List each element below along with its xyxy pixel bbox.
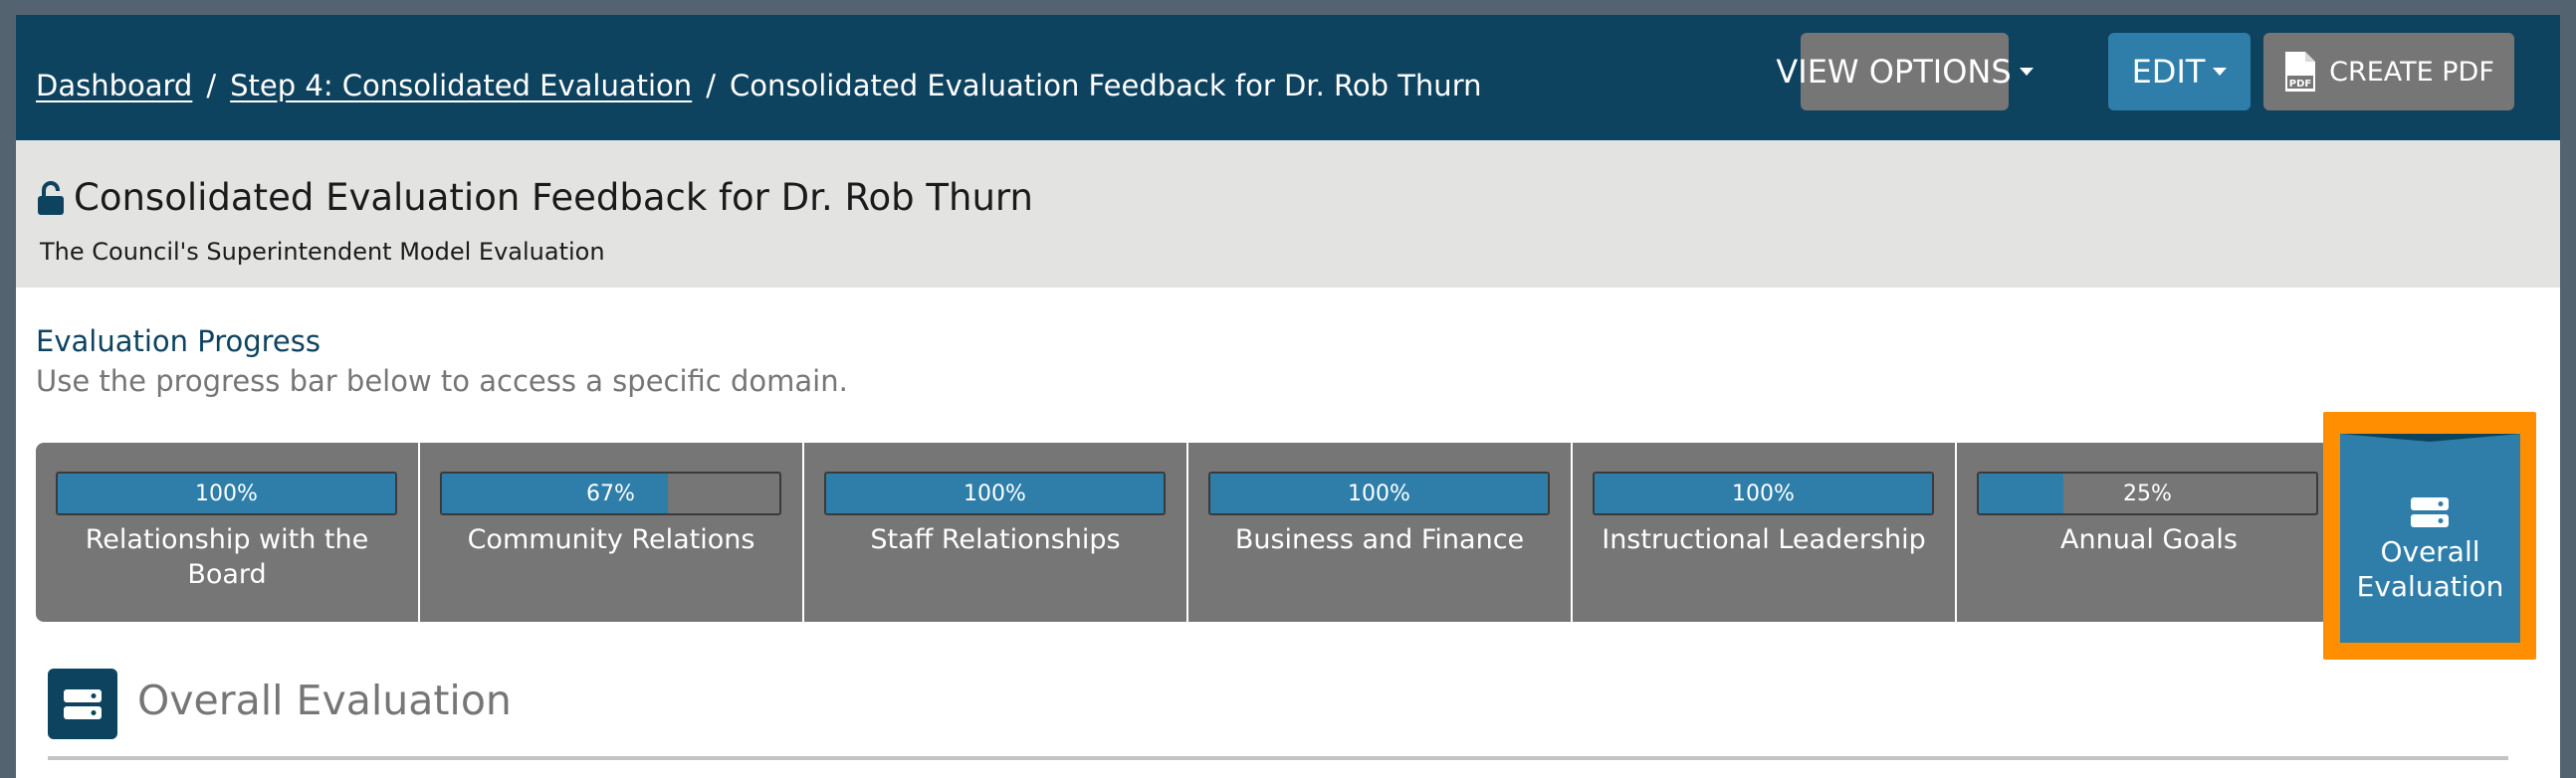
progress-percent: 100% (1348, 481, 1410, 506)
app-frame: Dashboard / Step 4: Consolidated Evaluat… (16, 15, 2560, 778)
breadcrumb-dashboard-link[interactable]: Dashboard (36, 69, 192, 102)
domain-progress-meter: 100% (56, 472, 397, 515)
overall-evaluation-tab[interactable]: Overall Evaluation (2340, 434, 2520, 643)
domain-tab-annual-goals[interactable]: 25% Annual Goals (1957, 443, 2341, 622)
domain-label: Staff Relationships (870, 524, 1121, 555)
overall-evaluation-tab-label: Overall Evaluation (2356, 535, 2504, 603)
edit-button[interactable]: EDIT (2108, 33, 2251, 110)
domain-label: Business and Finance (1234, 524, 1525, 555)
create-pdf-button[interactable]: PDF CREATE PDF (2263, 33, 2514, 110)
domain-tab-community-relations[interactable]: 67% Community Relations (420, 443, 804, 622)
domain-label: Relationship with the Board (85, 524, 369, 590)
breadcrumb-step4-link[interactable]: Step 4: Consolidated Evaluation (230, 69, 692, 102)
page-subtitle: The Council's Superintendent Model Evalu… (40, 238, 605, 266)
unlock-icon (36, 180, 66, 216)
top-bar: Dashboard / Step 4: Consolidated Evaluat… (16, 15, 2560, 140)
domain-tab-business-and-finance[interactable]: 100% Business and Finance (1188, 443, 1573, 622)
domain-tab-instructional-leadership[interactable]: 100% Instructional Leadership (1573, 443, 1957, 622)
domain-label: Community Relations (467, 524, 755, 555)
page-title-text: Consolidated Evaluation Feedback for Dr.… (74, 176, 1033, 219)
page-title: Consolidated Evaluation Feedback for Dr.… (36, 176, 1033, 219)
breadcrumb-separator: / (206, 69, 217, 102)
view-options-button[interactable]: VIEW OPTIONS (1776, 33, 2034, 110)
caret-down-icon (2213, 68, 2228, 76)
server-stack-icon (48, 669, 117, 739)
domain-label: Instructional Leadership (1602, 524, 1926, 555)
domain-tab-relationship-with-board[interactable]: 100% Relationship with the Board (36, 443, 420, 622)
progress-percent: 67% (586, 481, 635, 506)
edit-label: EDIT (2131, 53, 2206, 91)
breadcrumb-current: Consolidated Evaluation Feedback for Dr.… (729, 69, 1482, 102)
domain-progress-meter: 100% (824, 472, 1166, 515)
tab-pointer-arrow (2340, 628, 2520, 643)
section-title: Overall Evaluation (137, 677, 512, 724)
progress-description: Use the progress bar below to access a s… (36, 364, 848, 398)
progress-percent: 100% (964, 481, 1026, 506)
view-options-label: VIEW OPTIONS (1776, 53, 2012, 91)
domain-progress-meter: 100% (1208, 472, 1550, 515)
progress-percent: 25% (2123, 481, 2172, 506)
progress-percent: 100% (1732, 481, 1795, 506)
domain-label: Annual Goals (2060, 524, 2238, 555)
pdf-file-icon: PDF (2283, 50, 2317, 94)
server-stack-icon (2410, 496, 2450, 532)
breadcrumb: Dashboard / Step 4: Consolidated Evaluat… (36, 53, 1481, 118)
domain-progress-meter: 100% (1593, 472, 1934, 515)
domain-progress-meter: 25% (1977, 472, 2318, 515)
domain-progress-bar: 100% Relationship with the Board 67% Com… (36, 443, 2353, 622)
tab-notch (2340, 434, 2520, 442)
caret-down-icon (2019, 68, 2034, 76)
title-band: Consolidated Evaluation Feedback for Dr.… (16, 140, 2560, 288)
breadcrumb-separator: / (706, 69, 716, 102)
progress-percent: 100% (195, 481, 258, 506)
domain-progress-meter: 67% (440, 472, 781, 515)
section-divider (48, 756, 2508, 760)
svg-text:PDF: PDF (2289, 79, 2311, 90)
progress-heading: Evaluation Progress (36, 324, 321, 358)
domain-tab-staff-relationships[interactable]: 100% Staff Relationships (804, 443, 1188, 622)
create-pdf-label: CREATE PDF (2329, 56, 2494, 88)
